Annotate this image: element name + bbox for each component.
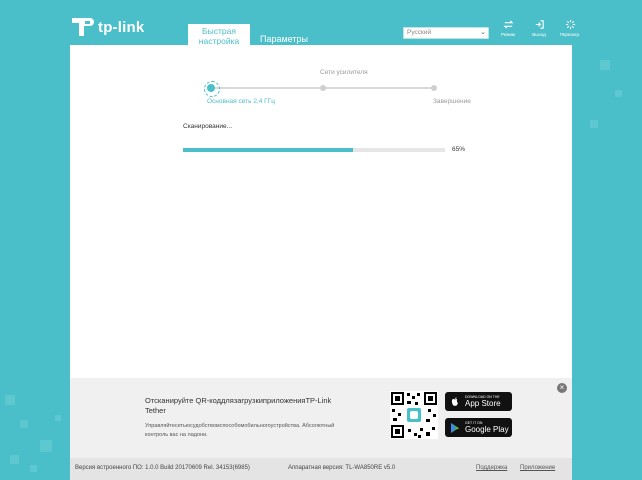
app-download-banner: Отсканируйте QR-коддлязагрузкиприложения…	[70, 378, 572, 458]
step-label-extender-networks: Сети усилителя	[320, 69, 368, 76]
scan-status: Сканирование...	[183, 123, 232, 130]
scan-progress-bar	[183, 148, 445, 152]
reboot-button[interactable]: Перезагр.	[558, 19, 582, 37]
logout-icon	[535, 20, 544, 29]
scan-progress-fill	[183, 148, 354, 152]
step-label-main-network: Основная сеть 2,4 ГГц	[207, 98, 275, 105]
logout-button[interactable]: Выход	[527, 19, 551, 37]
tp-link-logo-icon	[70, 16, 94, 38]
chevron-down-icon: ⌄	[480, 29, 486, 36]
scan-progress-text: 65%	[452, 146, 466, 153]
step-dot-extender-networks	[320, 85, 326, 91]
main-tabs: Быстрая настройка Параметры	[188, 24, 318, 46]
footer: Версия встроенного ПО: 1.0.0 Build 20170…	[70, 458, 572, 480]
top-actions: Режим Выход Перезагр.	[496, 19, 589, 37]
tp-link-logo: tp-link	[70, 16, 144, 38]
app-store-label: App Store	[465, 399, 501, 408]
language-select-value: Русский	[407, 29, 432, 36]
support-link[interactable]: Поддержка	[476, 465, 507, 471]
qr-code	[390, 391, 438, 439]
tab-settings[interactable]: Параметры	[250, 24, 318, 46]
app-link[interactable]: Приложение	[520, 465, 555, 471]
banner-description: Управляйтесетьюсудобствомспособомобильно…	[145, 423, 335, 438]
language-select[interactable]: Русский ⌄	[403, 27, 489, 39]
wizard-steps: Основная сеть 2,4 ГГц Сети усилителя Зав…	[204, 67, 478, 107]
google-play-label: Google Play	[465, 425, 509, 434]
tab-quick-setup[interactable]: Быстрая настройка	[188, 24, 250, 46]
google-play-icon	[451, 422, 459, 433]
banner-title: Отсканируйте QR-коддлязагрузкиприложения…	[145, 396, 332, 415]
app-store-button[interactable]: DOWNLOAD ON THE App Store	[445, 392, 512, 411]
logo-text: tp-link	[98, 18, 145, 36]
apple-icon	[451, 396, 458, 406]
reboot-icon	[565, 19, 575, 30]
reboot-label: Перезагр.	[559, 32, 581, 37]
step-dot-main-network	[204, 81, 220, 97]
hardware-version: Аппаратная версия: TL-WA850RE v5.0	[288, 465, 396, 471]
mode-icon	[503, 20, 513, 29]
mode-button[interactable]: Режим	[496, 19, 520, 37]
logout-label: Выход	[532, 32, 546, 37]
step-dot-finish	[431, 85, 437, 91]
quick-setup-panel: Основная сеть 2,4 ГГц Сети усилителя Зав…	[70, 45, 572, 378]
firmware-version: Версия встроенного ПО: 1.0.0 Build 20170…	[75, 465, 250, 471]
step-label-finish: Завершение	[433, 98, 471, 105]
google-play-button[interactable]: GET IT ON Google Play	[445, 418, 512, 437]
close-icon[interactable]: ×	[557, 383, 567, 393]
mode-label: Режим	[501, 32, 515, 37]
